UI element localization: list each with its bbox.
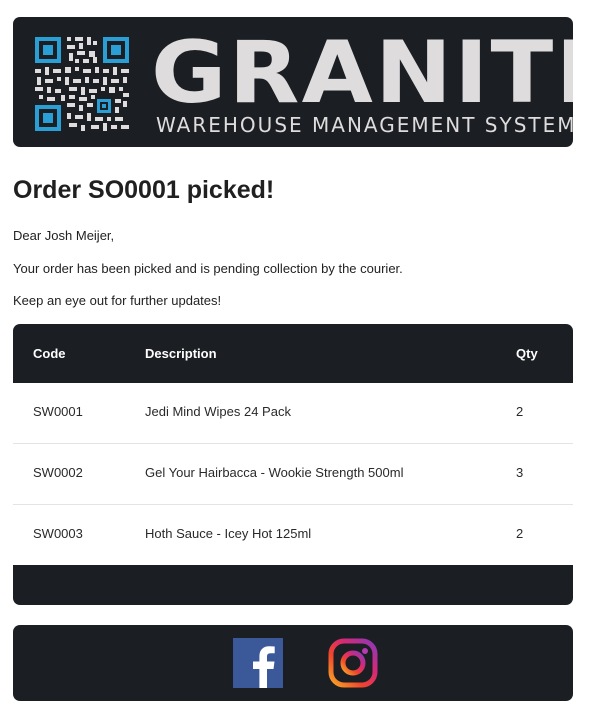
cell-qty: 3 <box>516 465 524 480</box>
status-message: Your order has been picked and is pendin… <box>13 261 403 276</box>
cell-description: Gel Your Hairbacca - Wookie Strength 500… <box>145 465 404 480</box>
table-row: SW0003 Hoth Sauce - Icey Hot 125ml 2 <box>13 505 573 566</box>
header-banner: GRANITE WAREHOUSE MANAGEMENT SYSTEM <box>13 17 573 147</box>
qr-code-icon <box>35 37 129 131</box>
cell-qty: 2 <box>516 404 524 419</box>
column-header-description: Description <box>145 346 217 361</box>
cell-description: Hoth Sauce - Icey Hot 125ml <box>145 526 312 541</box>
instagram-icon[interactable] <box>328 638 378 688</box>
logo-wordmark: GRANITE <box>151 23 573 123</box>
cell-code: SW0003 <box>33 526 83 541</box>
greeting-text: Dear Josh Meijer, <box>13 228 115 243</box>
column-header-qty: Qty <box>516 346 538 361</box>
logo-subtitle: WAREHOUSE MANAGEMENT SYSTEM <box>156 113 573 137</box>
table-footer <box>13 565 573 605</box>
email-body: GRANITE WAREHOUSE MANAGEMENT SYSTEM Orde… <box>13 17 573 701</box>
social-footer <box>13 625 573 701</box>
cell-qty: 2 <box>516 526 524 541</box>
cell-description: Jedi Mind Wipes 24 Pack <box>145 404 291 419</box>
table-row: SW0001 Jedi Mind Wipes 24 Pack 2 <box>13 383 573 444</box>
page-title: Order SO0001 picked! <box>13 176 275 204</box>
table-row: SW0002 Gel Your Hairbacca - Wookie Stren… <box>13 444 573 505</box>
table-header: Code Description Qty <box>13 324 573 383</box>
followup-message: Keep an eye out for further updates! <box>13 293 222 308</box>
order-items-table: Code Description Qty SW0001 Jedi Mind Wi… <box>13 324 573 605</box>
cell-code: SW0001 <box>33 404 83 419</box>
facebook-icon[interactable] <box>233 638 283 688</box>
column-header-code: Code <box>33 346 66 361</box>
cell-code: SW0002 <box>33 465 83 480</box>
